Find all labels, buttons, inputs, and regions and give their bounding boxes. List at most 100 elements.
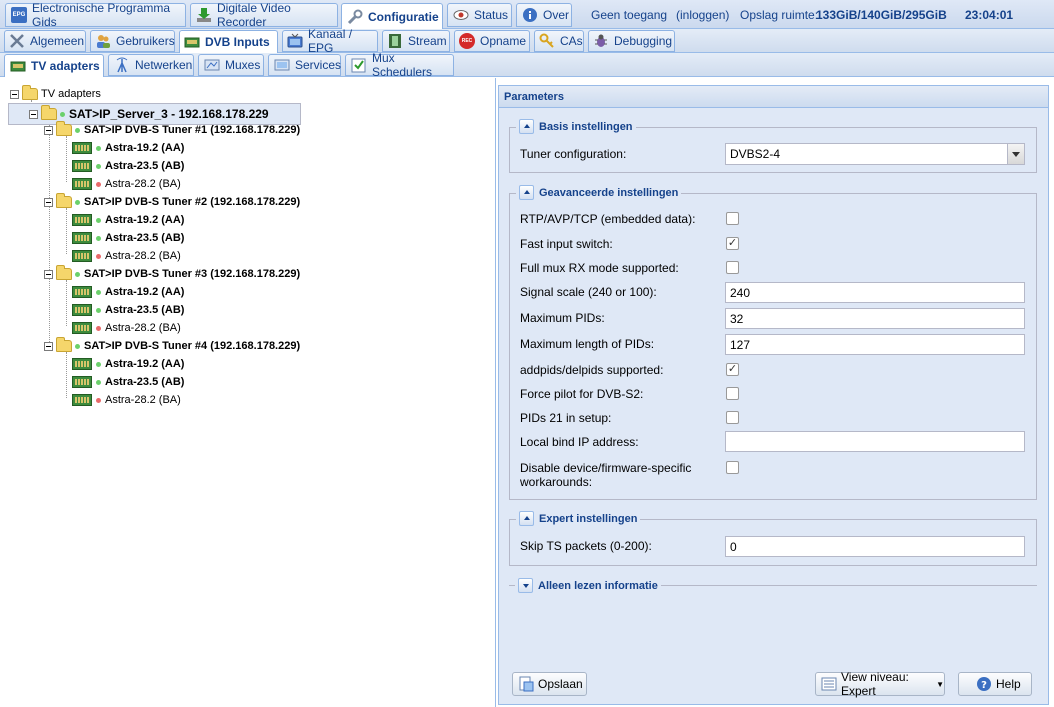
- tree-tuner[interactable]: SAT>IP DVB-S Tuner #2 (192.168.178.229): [44, 193, 300, 211]
- expert-settings-legend[interactable]: Expert instellingen: [516, 511, 641, 526]
- tab-netwerken[interactable]: Netwerken: [108, 54, 194, 76]
- local-bind-label: Local bind IP address:: [520, 435, 639, 449]
- disable-fw-checkbox[interactable]: [726, 461, 739, 474]
- tab-kanaal-epg[interactable]: Kanaal / EPG: [282, 27, 378, 55]
- wrench-icon: [347, 9, 363, 25]
- save-button[interactable]: Opslaan: [512, 672, 587, 696]
- tab-dvb-inputs[interactable]: DVB Inputs: [179, 30, 278, 53]
- tree-sat[interactable]: Astra-19.2 (AA): [72, 283, 184, 301]
- skip-ts-label: Skip TS packets (0-200):: [520, 539, 652, 553]
- rtp-checkbox[interactable]: [726, 212, 739, 225]
- max-length-pids-input[interactable]: [725, 334, 1025, 355]
- parameters-title: Parameters: [499, 86, 1048, 108]
- tab-configuratie[interactable]: Configuratie: [341, 3, 443, 29]
- tree-sat-label: Astra-23.5 (AB): [105, 160, 185, 172]
- chevron-down-icon[interactable]: [1007, 144, 1024, 164]
- folder-icon: [56, 121, 72, 136]
- tree-sat-label: Astra-19.2 (AA): [105, 214, 185, 226]
- signal-scale-input[interactable]: [725, 282, 1025, 303]
- bug-icon: [593, 33, 609, 49]
- status-ok-icon: [75, 271, 80, 277]
- full-mux-checkbox[interactable]: [726, 261, 739, 274]
- tab-stream-label: Stream: [408, 34, 447, 48]
- tab-configuratie-label: Configuratie: [368, 9, 439, 24]
- tree-sat-label: Astra-28.2 (BA): [105, 394, 181, 406]
- tree-sat-label: Astra-28.2 (BA): [105, 178, 181, 190]
- tab-dvb-inputs-label: DVB Inputs: [205, 35, 270, 49]
- tab-gebruikers[interactable]: Gebruikers: [90, 30, 175, 52]
- collapse-toggle-icon[interactable]: [29, 109, 38, 119]
- tree-connector: [66, 208, 67, 254]
- force-pilot-checkbox[interactable]: [726, 387, 739, 400]
- tree-tuner[interactable]: SAT>IP DVB-S Tuner #1 (192.168.178.229): [44, 121, 300, 139]
- tab-dvr[interactable]: Digitale Video Recorder: [190, 1, 338, 29]
- tab-epg[interactable]: EPG Electronische Programma Gids: [5, 1, 186, 29]
- card-icon: [72, 394, 92, 406]
- basic-settings-legend[interactable]: Basis instellingen: [516, 119, 636, 134]
- local-bind-input[interactable]: [725, 431, 1025, 452]
- collapse-toggle-icon[interactable]: [44, 269, 53, 279]
- tree-sat-label: Astra-19.2 (AA): [105, 358, 185, 370]
- tab-tv-adapters[interactable]: TV adapters: [4, 54, 104, 77]
- card-icon: [72, 142, 92, 154]
- tab-mux-schedulers-label: Mux Schedulers: [372, 51, 433, 79]
- disable-fw-label: Disable device/firmware-specific: [520, 461, 692, 475]
- advanced-settings-title: Geavanceerde instellingen: [539, 186, 679, 199]
- dvb-tab-bar: TV adapters Netwerken Muxes Services Mux…: [0, 51, 1054, 79]
- collapse-toggle-icon[interactable]: [44, 125, 53, 135]
- tab-muxes[interactable]: Muxes: [198, 54, 264, 76]
- collapse-icon[interactable]: [519, 119, 534, 134]
- tree-sat[interactable]: Astra-19.2 (AA): [72, 211, 184, 229]
- tree-sat[interactable]: Astra-28.2 (BA): [72, 319, 181, 337]
- collapse-icon[interactable]: [519, 511, 534, 526]
- skip-ts-input[interactable]: [725, 536, 1025, 557]
- tree-sat[interactable]: Astra-23.5 (AB): [72, 157, 184, 175]
- tree-root[interactable]: TV adapters: [10, 85, 101, 103]
- card-icon: [72, 232, 92, 244]
- tree-sat-label: Astra-19.2 (AA): [105, 286, 185, 298]
- tab-status-label: Status: [474, 8, 509, 22]
- tree-sat[interactable]: Astra-28.2 (BA): [72, 391, 181, 409]
- status-ok-icon: [96, 379, 101, 385]
- tree-sat[interactable]: Astra-23.5 (AB): [72, 229, 184, 247]
- tab-cas[interactable]: CAs: [534, 30, 584, 52]
- view-level-button[interactable]: View niveau: Expert ▼: [815, 670, 945, 698]
- readonly-legend[interactable]: Alleen lezen informatie: [515, 578, 661, 593]
- key-icon: [539, 33, 555, 49]
- collapse-toggle-icon[interactable]: [44, 197, 53, 207]
- tree-sat[interactable]: Astra-19.2 (AA): [72, 139, 184, 157]
- expand-icon[interactable]: [518, 578, 533, 593]
- status-ok-icon: [96, 217, 101, 223]
- collapse-toggle-icon[interactable]: [44, 341, 53, 351]
- tab-mux-schedulers[interactable]: Mux Schedulers: [345, 51, 454, 79]
- tree-sat[interactable]: Astra-19.2 (AA): [72, 355, 184, 373]
- status-ok-icon: [96, 307, 101, 313]
- help-button[interactable]: ? Help: [958, 672, 1032, 696]
- fast-input-checkbox[interactable]: ✓: [726, 237, 739, 250]
- max-pids-input[interactable]: [725, 308, 1025, 329]
- status-error-icon: [96, 325, 101, 331]
- tab-algemeen[interactable]: Algemeen: [4, 30, 86, 52]
- pids21-checkbox[interactable]: [726, 411, 739, 424]
- rtp-label: RTP/AVP/TCP (embedded data):: [520, 212, 696, 226]
- tab-debugging[interactable]: Debugging: [588, 30, 675, 52]
- tab-services[interactable]: Services: [268, 54, 341, 76]
- tree-tuner[interactable]: SAT>IP DVB-S Tuner #3 (192.168.178.229): [44, 265, 300, 283]
- tree-sat-label: Astra-19.2 (AA): [105, 142, 185, 154]
- tree-sat[interactable]: Astra-28.2 (BA): [72, 175, 181, 193]
- tuner-config-select[interactable]: DVBS2-4: [725, 143, 1025, 165]
- tree-tuner[interactable]: SAT>IP DVB-S Tuner #4 (192.168.178.229): [44, 337, 300, 355]
- tree-sat[interactable]: Astra-28.2 (BA): [72, 247, 181, 265]
- tab-status[interactable]: Status: [447, 3, 512, 27]
- collapse-icon[interactable]: [519, 185, 534, 200]
- tab-opname[interactable]: REC Opname: [454, 30, 530, 52]
- tab-over[interactable]: Over: [516, 3, 572, 27]
- tree-sat[interactable]: Astra-23.5 (AB): [72, 373, 184, 391]
- login-link[interactable]: (inloggen): [676, 8, 729, 22]
- advanced-settings-legend[interactable]: Geavanceerde instellingen: [516, 185, 682, 200]
- film-icon: [387, 33, 403, 49]
- tab-stream[interactable]: Stream: [382, 30, 450, 52]
- addpids-checkbox[interactable]: ✓: [726, 363, 739, 376]
- collapse-toggle-icon[interactable]: [10, 89, 19, 99]
- tree-sat[interactable]: Astra-23.5 (AB): [72, 301, 184, 319]
